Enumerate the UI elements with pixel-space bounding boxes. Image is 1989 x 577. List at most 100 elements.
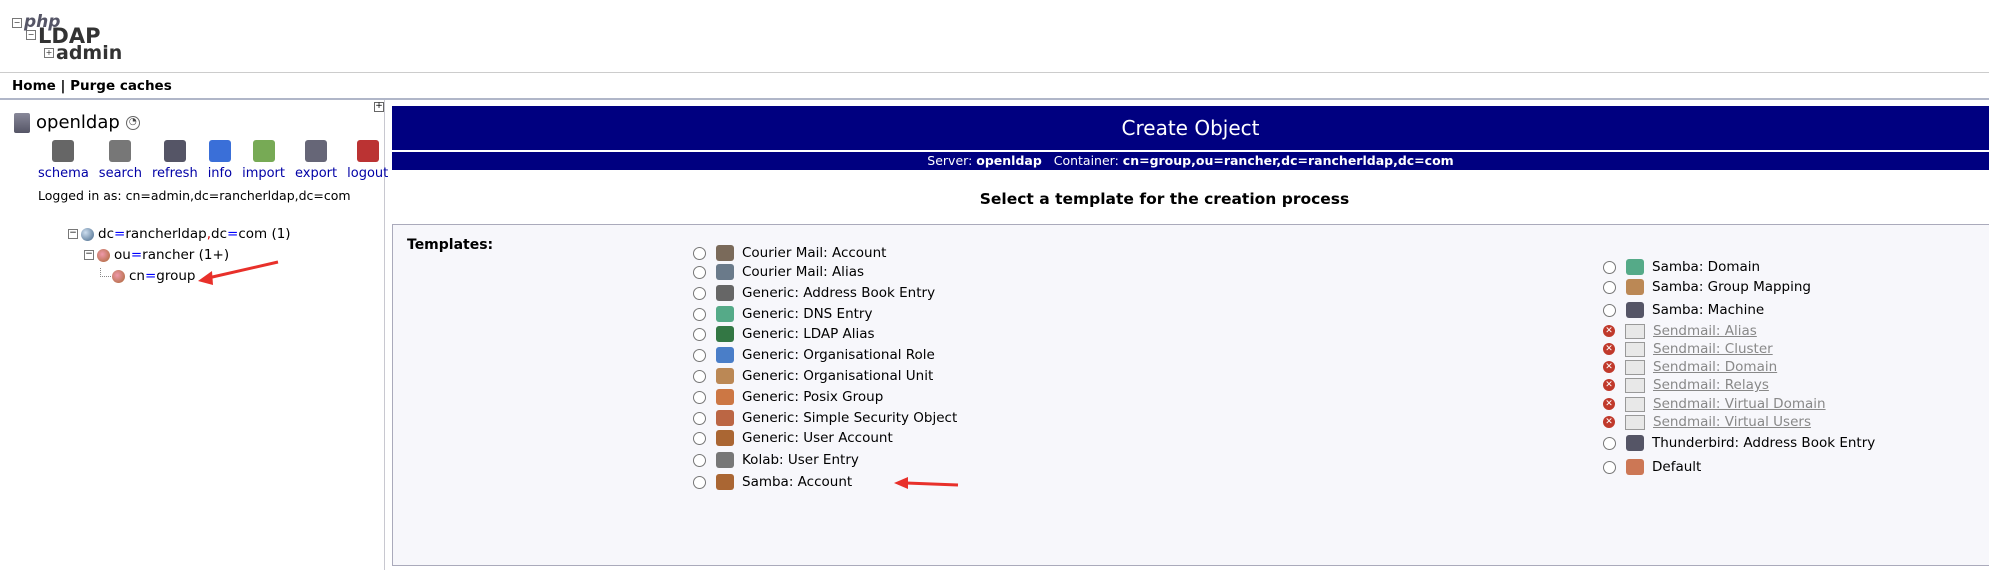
template-option[interactable]: Samba: Domain — [1603, 259, 1760, 275]
tool-label: logout — [347, 166, 389, 181]
template-label: Default — [1652, 459, 1702, 475]
template-option[interactable]: Generic: User Account — [693, 430, 893, 446]
template-radio[interactable] — [693, 453, 706, 467]
disabled-icon: ✕ — [1603, 361, 1615, 373]
logo-admin: admin — [56, 42, 123, 64]
template-option[interactable]: Generic: Posix Group — [693, 389, 883, 405]
tool-label: refresh — [151, 166, 198, 181]
template-option: ✕ Sendmail: Alias — [1603, 323, 1757, 339]
template-option: ✕ Sendmail: Domain — [1603, 359, 1777, 375]
select-template-title: Select a template for the creation proce… — [979, 190, 1350, 208]
template-radio[interactable] — [693, 348, 706, 362]
template-label: Samba: Group Mapping — [1652, 279, 1812, 295]
annotation-arrow — [894, 477, 959, 489]
template-option[interactable]: Samba: Account — [693, 474, 852, 490]
top-menu: Home | Purge caches — [12, 78, 172, 94]
template-option[interactable]: Kolab: User Entry — [693, 452, 859, 468]
tool-search-button[interactable]: search — [99, 140, 142, 181]
sendmail-icon — [1625, 341, 1645, 357]
template-radio[interactable] — [693, 475, 706, 489]
tool-info-button[interactable]: info — [208, 140, 232, 181]
context-bar: Server: openldap Container: cn=group,ou=… — [392, 152, 1989, 170]
template-radio[interactable] — [693, 431, 706, 445]
template-label: Sendmail: Virtual Domain — [1653, 396, 1826, 412]
template-option: ✕ Sendmail: Virtual Domain — [1603, 396, 1826, 412]
template-option[interactable]: Courier Mail: Account — [693, 245, 886, 261]
template-label: Sendmail: Virtual Users — [1653, 414, 1811, 430]
template-option[interactable]: Thunderbird: Address Book Entry — [1603, 435, 1875, 451]
template-option[interactable]: Courier Mail: Alias — [693, 264, 864, 280]
template-label: Samba: Domain — [1652, 259, 1761, 275]
template-label: Generic: User Account — [742, 430, 893, 446]
template-radio[interactable] — [693, 265, 706, 279]
template-option: ✕ Sendmail: Virtual Users — [1603, 414, 1811, 430]
template-radio[interactable] — [693, 307, 706, 321]
template-radio[interactable] — [1603, 260, 1616, 274]
templates-label: Templates: — [407, 237, 494, 253]
samba-group-icon — [1626, 279, 1644, 295]
template-radio[interactable] — [693, 390, 706, 404]
tool-label: schema — [38, 166, 89, 181]
template-radio[interactable] — [693, 286, 706, 300]
sendmail-icon — [1625, 359, 1645, 375]
info-icon — [208, 140, 231, 162]
templates-panel: Templates: Courier Mail: Account Courier … — [392, 224, 1989, 566]
sendmail-icon — [1625, 414, 1645, 430]
tool-schema-button[interactable]: schema — [38, 140, 89, 181]
tool-label: search — [98, 166, 142, 181]
template-option[interactable]: Generic: Organisational Unit — [693, 368, 933, 384]
template-option[interactable]: Samba: Machine — [1603, 302, 1764, 318]
org-role-icon — [716, 347, 734, 363]
disabled-icon: ✕ — [1603, 416, 1615, 428]
template-option[interactable]: Generic: Address Book Entry — [693, 285, 935, 301]
import-icon — [252, 140, 275, 162]
template-label: Sendmail: Alias — [1653, 323, 1757, 339]
template-radio[interactable] — [693, 369, 706, 383]
default-icon — [1626, 459, 1644, 475]
schema-icon — [52, 140, 75, 162]
refresh-icon — [163, 140, 186, 162]
samba-domain-icon — [1626, 259, 1644, 275]
template-label: Generic: Address Book Entry — [742, 285, 936, 301]
server-name[interactable]: openldap — [36, 112, 120, 133]
page-title: Create Object — [392, 106, 1989, 150]
server-icon — [14, 113, 30, 133]
template-radio[interactable] — [1603, 280, 1616, 294]
tool-import-button[interactable]: import — [242, 140, 285, 181]
template-radio[interactable] — [693, 246, 706, 260]
disabled-icon: ✕ — [1603, 398, 1615, 410]
tree-node-root[interactable]: − dc=rancherldap,dc=com (1) — [68, 226, 291, 247]
menu-separator: | — [55, 78, 71, 94]
template-radio[interactable] — [1603, 303, 1616, 317]
purge-caches-link[interactable]: Purge caches — [70, 78, 172, 94]
template-label: Generic: LDAP Alias — [742, 326, 875, 342]
collapse-icon[interactable]: − — [68, 229, 78, 239]
template-radio[interactable] — [1603, 436, 1616, 450]
template-label: Generic: Simple Security Object — [742, 410, 958, 426]
template-option[interactable]: Generic: LDAP Alias — [693, 326, 875, 342]
server-toolbar: schema search refresh info import export logou… — [38, 140, 398, 181]
main-pane: Create Object Server: openldap Container… — [392, 106, 1989, 570]
tool-label: info — [207, 166, 233, 181]
template-radio[interactable] — [1603, 460, 1616, 474]
template-option[interactable]: Generic: Simple Security Object — [693, 410, 957, 426]
export-icon — [305, 140, 328, 162]
template-label: Generic: Posix Group — [742, 389, 884, 405]
tool-logout-button[interactable]: logout — [347, 140, 388, 181]
expand-toggle-icon[interactable]: + — [374, 102, 384, 112]
home-link[interactable]: Home — [12, 78, 56, 94]
globe-icon — [81, 227, 94, 241]
template-option[interactable]: Generic: Organisational Role — [693, 347, 935, 363]
tool-refresh-button[interactable]: refresh — [152, 140, 198, 181]
group-icon — [112, 269, 125, 283]
server-header: openldap ◔ — [14, 112, 140, 133]
template-radio[interactable] — [693, 327, 706, 341]
tool-export-button[interactable]: export — [295, 140, 337, 181]
collapse-icon[interactable]: − — [84, 250, 94, 260]
template-option[interactable]: Default — [1603, 459, 1701, 475]
template-option[interactable]: Samba: Group Mapping — [1603, 279, 1811, 295]
template-radio[interactable] — [693, 411, 706, 425]
template-option[interactable]: Generic: DNS Entry — [693, 306, 872, 322]
clock-icon[interactable]: ◔ — [125, 116, 140, 130]
sendmail-icon — [1625, 323, 1645, 339]
